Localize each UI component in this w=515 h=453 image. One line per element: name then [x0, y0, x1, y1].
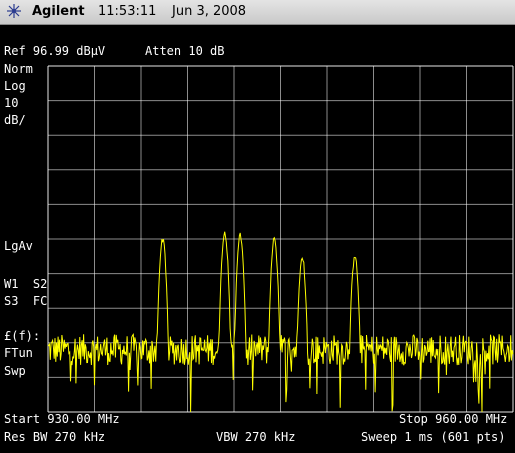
sweep-label: Sweep 1 ms (601 pts) [361, 430, 506, 444]
agilent-spark-icon [7, 4, 21, 18]
start-freq-label: Start 930.00 MHz [4, 412, 120, 426]
attenuation-label: Atten 10 dB [145, 44, 225, 58]
clock-time: 11:53:11 [98, 4, 157, 19]
rbw-label: Res BW 270 kHz [4, 430, 106, 444]
ref-level-label: Ref 96.99 dBμV [4, 44, 106, 58]
w1s2-label: W1 S2 [4, 277, 48, 291]
vbw-label: VBW 270 kHz [216, 430, 296, 444]
log-label: Log [4, 79, 26, 93]
graticule [47, 65, 514, 413]
clock-date: Jun 3, 2008 [172, 4, 247, 19]
norm-label: Norm [4, 62, 33, 76]
scale-value-label: 10 [4, 96, 19, 110]
brand-name: Agilent [32, 4, 85, 19]
stop-freq-label: Stop 960.00 MHz [399, 412, 508, 426]
title-bar: Agilent 11:53:11 Jun 3, 2008 [0, 0, 515, 25]
spectrum-plot [47, 65, 514, 413]
ftun-label: FTun [4, 346, 33, 360]
lgav-label: LgAv [4, 239, 33, 253]
analyzer-screen: Ref 96.99 dBμV Atten 10 dB Norm Log 10 d… [0, 25, 515, 453]
s3fc-label: S3 FC [4, 294, 48, 308]
ff-label: £(f): [4, 329, 41, 343]
swp-label: Swp [4, 364, 26, 378]
scale-unit-label: dB/ [4, 113, 26, 127]
